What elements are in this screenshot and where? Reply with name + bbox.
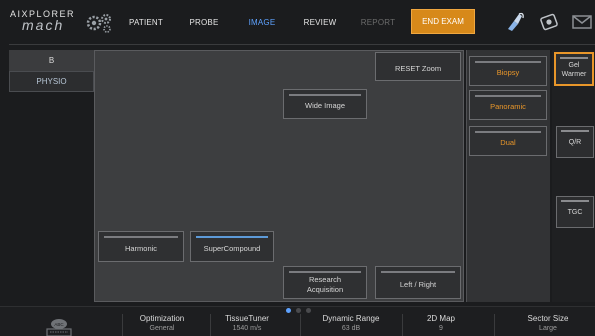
separator <box>300 314 301 336</box>
dynamic-range-value: 63 dB <box>341 325 361 332</box>
research-label-1: Research <box>308 275 342 285</box>
gel-warmer-button[interactable]: Gel Warmer <box>554 52 594 86</box>
page-dot-2[interactable] <box>296 308 301 313</box>
tab-image[interactable]: IMAGE <box>244 0 280 44</box>
2d-map-value: 9 <box>439 325 443 332</box>
biopsy-button[interactable]: Biopsy <box>469 56 547 86</box>
abc-annotation-icon[interactable]: ABC <box>44 316 74 336</box>
gears-icon <box>86 14 111 33</box>
side-controls: Gel Warmer Q/R TGC <box>552 50 595 302</box>
mode-column: Biopsy Panoramic Dual <box>466 50 550 302</box>
2d-map-control[interactable]: 2D Map 9 <box>404 314 478 336</box>
separator <box>210 314 211 336</box>
page-dot-1[interactable] <box>286 308 291 313</box>
gel-warmer-label-2: Warmer <box>561 70 587 78</box>
tgc-button[interactable]: TGC <box>556 196 594 228</box>
tissuetuner-label: TissueTuner <box>225 314 269 323</box>
tab-patient[interactable]: PATIENT <box>126 0 166 44</box>
page-dot-3[interactable] <box>306 308 311 313</box>
gel-warmer-label-1: Gel <box>568 62 580 70</box>
tab-probe[interactable]: PROBE <box>186 0 222 44</box>
separator <box>122 314 123 336</box>
research-label-2: Acquisition <box>306 284 344 294</box>
optimization-control[interactable]: Optimization General <box>124 314 200 336</box>
top-bar: AIXPLORER mach PATIENT PROBE IMAGE REVIE… <box>0 0 595 44</box>
dual-button[interactable]: Dual <box>469 126 547 156</box>
svg-text:ABC: ABC <box>54 322 64 327</box>
tab-review[interactable]: REVIEW <box>300 0 340 44</box>
panoramic-button[interactable]: Panoramic <box>469 90 547 120</box>
harmonic-button[interactable]: Harmonic <box>98 231 184 262</box>
brand-logo: AIXPLORER mach <box>10 9 111 35</box>
dynamic-range-label: Dynamic Range <box>322 314 380 323</box>
brand-sub: mach <box>22 17 65 33</box>
reset-zoom-button[interactable]: RESET Zoom <box>375 52 461 81</box>
separator <box>494 314 495 336</box>
tab-b[interactable]: B <box>9 50 94 71</box>
end-exam-button[interactable]: END EXAM <box>411 9 475 34</box>
optimization-value: General <box>149 325 175 332</box>
dynamic-range-control[interactable]: Dynamic Range 63 dB <box>306 314 396 336</box>
research-acquisition-button[interactable]: Research Acquisition <box>283 266 367 299</box>
tab-report[interactable]: REPORT <box>358 0 398 44</box>
left-right-button[interactable]: Left / Right <box>375 266 461 299</box>
probe-icon[interactable] <box>502 10 528 34</box>
tab-physio[interactable]: PHYSIO <box>9 71 94 92</box>
sector-size-label: Sector Size <box>527 314 569 323</box>
sector-size-control[interactable]: Sector Size Large <box>510 314 586 336</box>
tissuetuner-value: 1540 m/s <box>232 325 262 332</box>
image-settings-panel: RESET Zoom Wide Image Harmonic SuperComp… <box>94 50 464 302</box>
sector-size-value: Large <box>539 325 557 332</box>
mode-tabs: B PHYSIO <box>9 50 94 92</box>
2d-map-label: 2D Map <box>426 314 455 323</box>
separator <box>402 314 403 336</box>
settings-icon[interactable] <box>536 10 562 34</box>
wide-image-button[interactable]: Wide Image <box>283 89 367 119</box>
qr-button[interactable]: Q/R <box>556 126 594 158</box>
optimization-label: Optimization <box>139 314 185 323</box>
mail-icon[interactable] <box>569 10 595 34</box>
tissuetuner-control[interactable]: TissueTuner 1540 m/s <box>212 314 282 336</box>
page-indicator <box>286 308 311 313</box>
supercompound-button[interactable]: SuperCompound <box>190 231 274 262</box>
